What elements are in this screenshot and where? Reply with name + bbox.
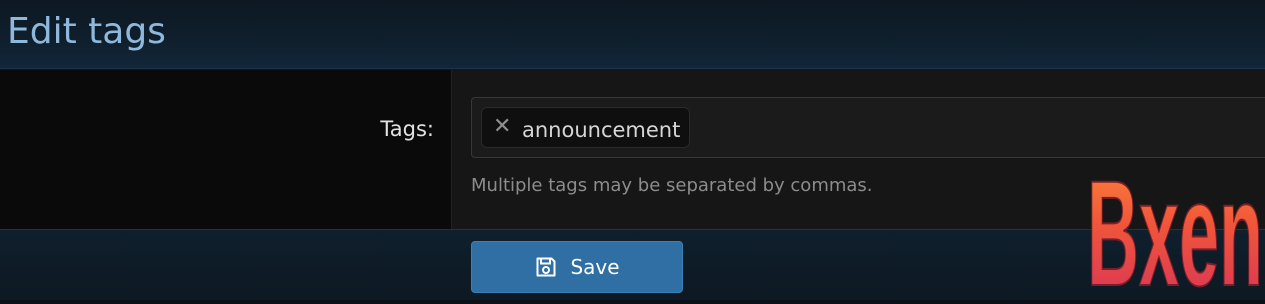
page-title: Edit tags bbox=[7, 11, 166, 52]
edit-tags-overlay: Edit tags Tags: ✕ announcement Multiple … bbox=[0, 0, 1265, 304]
form-footer: Save bbox=[0, 229, 1265, 304]
save-button[interactable]: Save bbox=[471, 241, 683, 293]
tags-form-row: Tags: ✕ announcement Multiple tags may b… bbox=[0, 70, 1265, 229]
svg-text:Bxen: Bxen bbox=[1087, 149, 1263, 300]
bottom-divider bbox=[0, 300, 1265, 304]
tag-chip: ✕ announcement bbox=[481, 107, 691, 148]
tags-label: Tags: bbox=[380, 117, 434, 141]
overlay-header: Edit tags bbox=[0, 0, 1265, 69]
tag-chip-label: announcement bbox=[522, 117, 681, 142]
close-icon[interactable]: ✕ bbox=[493, 114, 511, 140]
save-icon bbox=[536, 257, 556, 277]
bxen-watermark-logo: Bxen bbox=[1086, 148, 1264, 300]
label-column: Tags: bbox=[0, 70, 452, 229]
save-button-label: Save bbox=[570, 255, 620, 279]
tags-hint: Multiple tags may be separated by commas… bbox=[471, 175, 873, 196]
